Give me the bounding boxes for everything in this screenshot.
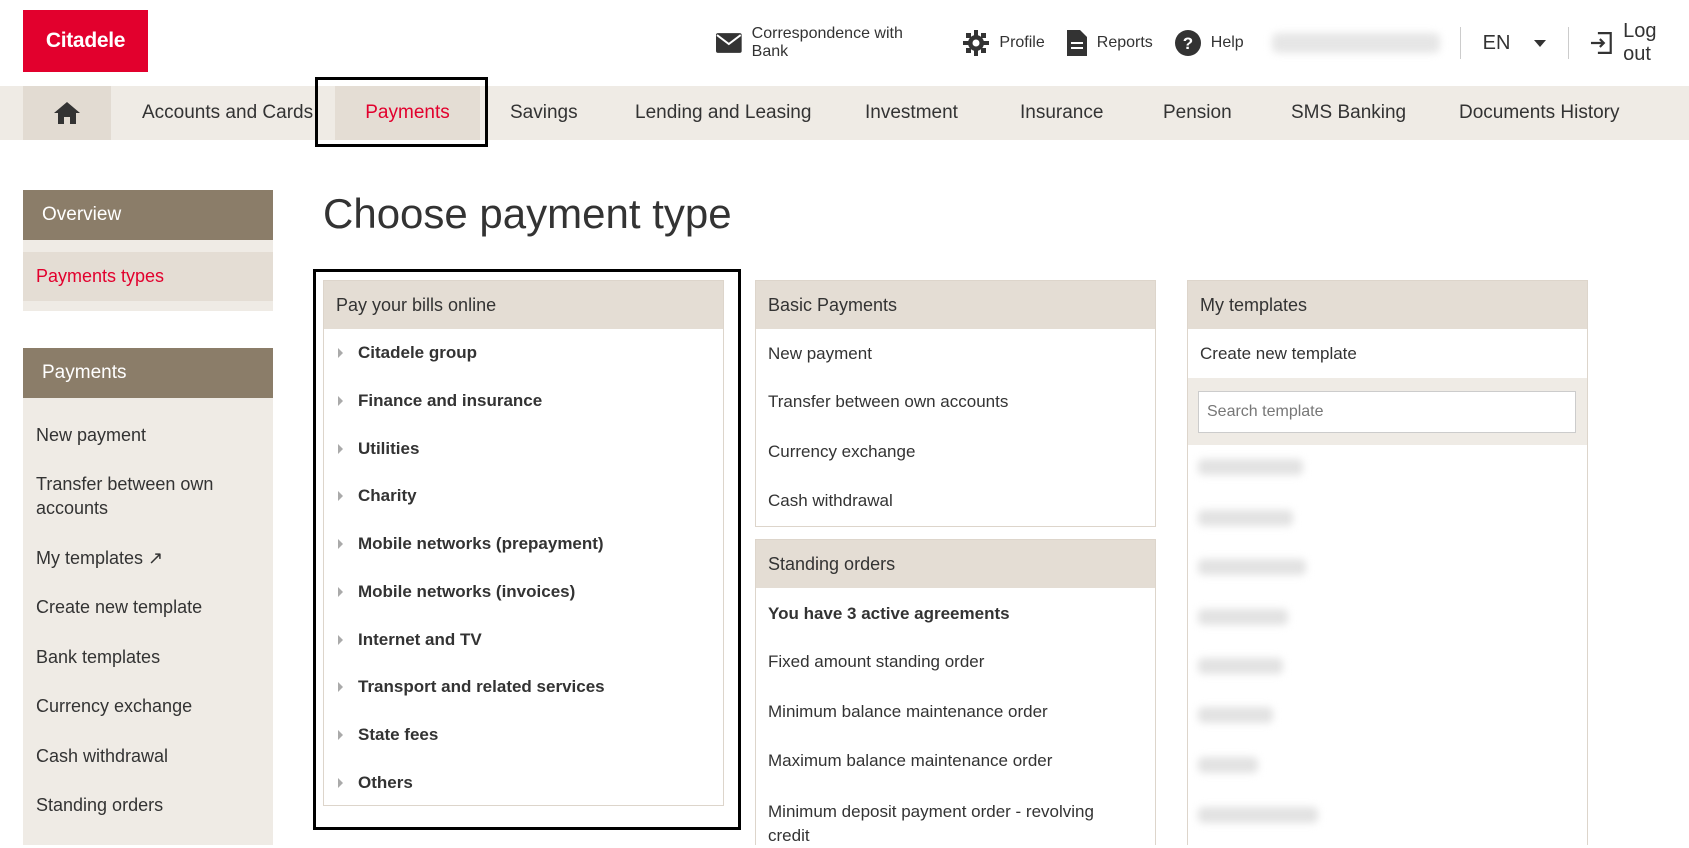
highlight-outline: [315, 77, 488, 147]
reports-link[interactable]: Reports: [1066, 30, 1153, 56]
correspondence-link[interactable]: Correspondence with Bank: [716, 25, 941, 61]
language-select[interactable]: EN: [1483, 32, 1547, 55]
search-template-input[interactable]: [1198, 391, 1576, 433]
sidebar-item-bank-templates[interactable]: Bank templates: [36, 645, 261, 669]
template-item[interactable]: [1198, 510, 1293, 526]
sidebar-item-payments-types[interactable]: Payments types: [23, 252, 273, 301]
sidebar-payments-header[interactable]: Payments: [23, 348, 273, 398]
my-templates-header: My templates: [1188, 281, 1587, 329]
standing-orders-panel: Standing orders You have 3 active agreem…: [755, 539, 1156, 845]
logout-button[interactable]: Log out: [1589, 20, 1689, 66]
logout-label: Log out: [1623, 20, 1657, 65]
help-link[interactable]: ? Help: [1174, 30, 1244, 56]
top-links: Correspondence with Bank Profile Reports…: [716, 20, 1689, 65]
basic-payments-panel: Basic Payments New payment Transfer betw…: [755, 280, 1156, 527]
sidebar-payments-box: [23, 398, 273, 845]
nav-documents-history[interactable]: Documents History: [1459, 86, 1620, 140]
template-item[interactable]: [1198, 658, 1283, 674]
basic-transfer-own-link[interactable]: Transfer between own accounts: [768, 392, 1008, 412]
logout-icon: [1591, 32, 1613, 54]
sidebar-item-standing-orders[interactable]: Standing orders: [36, 793, 261, 817]
standing-orders-header: Standing orders: [756, 540, 1155, 588]
profile-link[interactable]: Profile: [963, 30, 1045, 56]
template-item[interactable]: [1198, 559, 1306, 575]
document-icon: [1066, 30, 1087, 56]
template-item[interactable]: [1198, 459, 1303, 475]
help-label: Help: [1210, 34, 1244, 51]
basic-currency-exchange-link[interactable]: Currency exchange: [768, 442, 915, 462]
reports-label: Reports: [1096, 34, 1153, 51]
gear-icon: [963, 30, 990, 56]
language-value: EN: [1482, 31, 1511, 54]
page-title: Choose payment type: [323, 190, 732, 237]
nav-savings[interactable]: Savings: [510, 86, 578, 140]
nav-sms-banking[interactable]: SMS Banking: [1291, 86, 1406, 140]
sidebar-item-cash-withdrawal[interactable]: Cash withdrawal: [36, 744, 261, 768]
nav-insurance[interactable]: Insurance: [1020, 86, 1103, 140]
sidebar-item-currency-exchange[interactable]: Currency exchange: [36, 694, 261, 718]
create-template-link[interactable]: Create new template: [1200, 344, 1357, 364]
template-item[interactable]: [1198, 707, 1273, 723]
search-area: [1188, 378, 1587, 445]
highlight-outline: [313, 269, 741, 830]
sidebar-item-create-template[interactable]: Create new template: [36, 595, 261, 619]
chevron-down-icon: [1534, 39, 1547, 47]
min-deposit-order-link[interactable]: Minimum deposit payment order - revolvin…: [768, 800, 1138, 848]
correspondence-label: Correspondence with Bank: [751, 25, 903, 60]
home-icon: [54, 102, 80, 124]
nav-pension[interactable]: Pension: [1163, 86, 1232, 140]
sidebar-item-transfer-own[interactable]: Transfer between own accounts: [36, 472, 261, 520]
svg-text:?: ?: [1183, 34, 1193, 53]
profile-label: Profile: [999, 34, 1045, 51]
basic-cash-withdrawal-link[interactable]: Cash withdrawal: [768, 491, 893, 511]
template-item[interactable]: [1198, 807, 1318, 823]
divider: [1459, 27, 1461, 59]
template-item[interactable]: [1198, 609, 1288, 625]
nav-accounts-cards[interactable]: Accounts and Cards: [142, 86, 313, 140]
my-templates-panel: My templates Create new template: [1187, 280, 1588, 845]
min-balance-order-link[interactable]: Minimum balance maintenance order: [768, 702, 1048, 722]
nav-home[interactable]: [23, 86, 111, 140]
basic-payments-header: Basic Payments: [756, 281, 1155, 329]
fixed-amount-order-link[interactable]: Fixed amount standing order: [768, 652, 984, 672]
nav-lending-leasing[interactable]: Lending and Leasing: [635, 86, 811, 140]
sidebar-overview-header[interactable]: Overview: [23, 190, 273, 240]
citadele-logo[interactable]: Citadele: [23, 10, 148, 72]
template-item[interactable]: [1198, 757, 1258, 773]
max-balance-order-link[interactable]: Maximum balance maintenance order: [768, 751, 1052, 771]
sidebar-item-new-payment[interactable]: New payment: [36, 423, 261, 447]
sidebar-item-my-templates[interactable]: My templates ↗: [36, 546, 261, 570]
envelope-icon: [716, 33, 742, 53]
user-name: [1271, 33, 1440, 53]
help-icon: ?: [1174, 30, 1201, 56]
nav-investment[interactable]: Investment: [865, 86, 958, 140]
basic-new-payment-link[interactable]: New payment: [768, 344, 872, 364]
divider: [1568, 27, 1570, 59]
main-nav: Accounts and Cards Payments Savings Lend…: [0, 86, 1689, 140]
active-agreements-link[interactable]: You have 3 active agreements: [768, 604, 1010, 624]
